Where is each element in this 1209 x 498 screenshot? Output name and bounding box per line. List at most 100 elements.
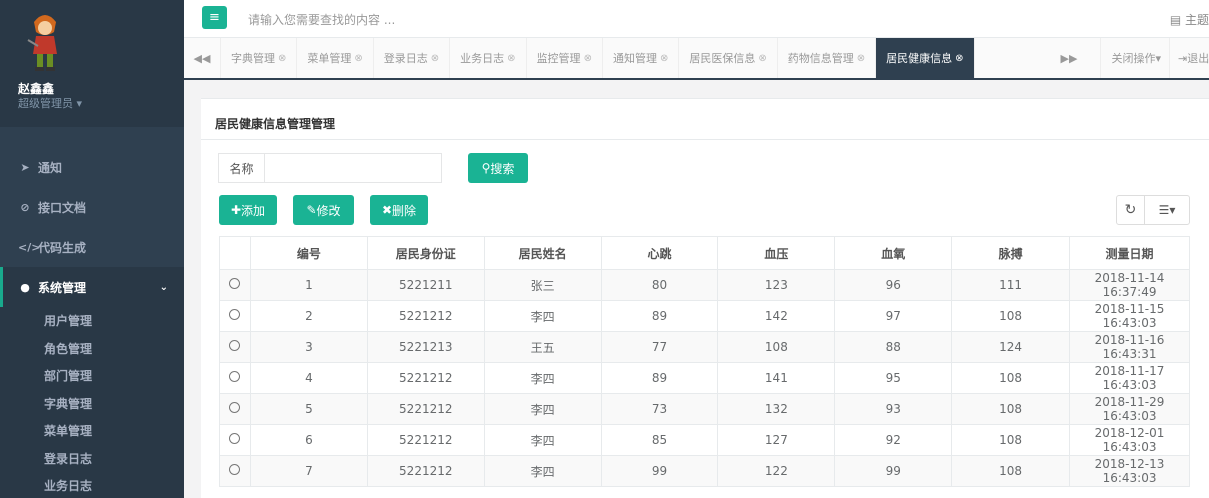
row-select-cell[interactable] <box>219 269 251 301</box>
avatar[interactable] <box>24 10 66 74</box>
menu-toggle-button[interactable]: ≡ <box>202 6 227 29</box>
sidebar-item-users[interactable]: 用户管理 <box>0 307 184 335</box>
nav-item-system[interactable]: ● 系统管理 ⌄ <box>0 267 184 307</box>
row-select-cell[interactable] <box>219 331 251 363</box>
select-column-header <box>219 236 251 270</box>
column-header[interactable]: 编号 <box>249 236 368 270</box>
row-radio[interactable] <box>229 309 241 320</box>
row-select-cell[interactable] <box>219 424 251 456</box>
refresh-button[interactable]: ↻ <box>1116 195 1145 225</box>
row-select-cell[interactable] <box>219 393 251 425</box>
row-radio[interactable] <box>229 371 241 382</box>
row-radio[interactable] <box>229 402 241 413</box>
user-role-dropdown[interactable]: 超级管理员 ▾ <box>18 95 82 111</box>
close-icon[interactable]: ⊗ <box>431 53 439 64</box>
table-row[interactable]: 2 5221212 李四 89 142 97 108 2018-11-15 16:43:03 <box>219 300 1190 332</box>
edit-button[interactable]: ✎ 修改 <box>293 195 354 225</box>
sidebar-item-business-log[interactable]: 业务日志 <box>0 472 184 498</box>
close-icon[interactable]: ⊗ <box>278 53 286 64</box>
close-icon[interactable]: ⊗ <box>584 53 592 64</box>
close-operations-dropdown[interactable]: 关闭操作 ▾ <box>1100 38 1161 78</box>
logout-icon: ⇥ <box>1178 51 1188 65</box>
paper-plane-icon: ➤ <box>20 160 30 174</box>
table-row[interactable]: 7 5221212 李四 99 122 99 108 2018-12-13 16:43:03 <box>219 455 1190 487</box>
tab-login-log[interactable]: 登录日志 ⊗ <box>374 38 451 78</box>
row-radio[interactable] <box>229 278 241 289</box>
sidebar-submenu: 用户管理 角色管理 部门管理 字典管理 菜单管理 登录日志 业务日志 <box>0 307 184 498</box>
column-header[interactable]: 血氧 <box>834 236 953 270</box>
add-button[interactable]: ✚ 添加 <box>219 195 277 225</box>
table-cell: 93 <box>834 393 953 425</box>
name-search-input[interactable] <box>264 153 442 183</box>
column-header[interactable]: 居民姓名 <box>483 236 602 270</box>
tab-scroll-left-button[interactable]: ◀◀ <box>184 38 221 78</box>
table-row[interactable]: 5 5221212 李四 73 132 93 108 2018-11-29 16:43:03 <box>219 393 1190 425</box>
column-header[interactable]: 心跳 <box>600 236 719 270</box>
table-cell: 108 <box>951 300 1071 332</box>
refresh-icon: ↻ <box>1124 202 1137 218</box>
caret-down-icon: ▾ <box>76 97 83 110</box>
row-radio[interactable] <box>229 340 241 351</box>
column-header[interactable]: 居民身份证 <box>366 236 485 270</box>
close-icon[interactable]: ⊗ <box>507 53 515 64</box>
nav-item-notice[interactable]: ➤ 通知 <box>0 147 184 187</box>
table-cell: 李四 <box>483 424 602 456</box>
theme-button[interactable]: ▤ 主题 <box>1170 11 1209 28</box>
panel-title: 居民健康信息管理管理 <box>215 117 336 131</box>
caret-down-icon: ▾ <box>1155 51 1161 65</box>
close-icon[interactable]: ⊗ <box>758 53 766 64</box>
table-cell: 108 <box>717 331 836 363</box>
sidebar-item-login-log[interactable]: 登录日志 <box>0 445 184 473</box>
table-cell: 1 <box>249 269 368 301</box>
search-button[interactable]: ⚲ 搜索 <box>468 153 528 183</box>
nav-item-api-docs[interactable]: ⊘ 接口文档 <box>0 187 184 227</box>
table-cell: 80 <box>600 269 719 301</box>
row-select-cell[interactable] <box>219 362 251 394</box>
close-icon[interactable]: ⊗ <box>354 53 362 64</box>
close-icon[interactable]: ⊗ <box>955 53 963 64</box>
tab-business-log[interactable]: 业务日志 ⊗ <box>450 38 527 78</box>
tab-notice[interactable]: 通知管理 ⊗ <box>603 38 680 78</box>
sidebar-item-roles[interactable]: 角色管理 <box>0 335 184 363</box>
sidebar-item-departments[interactable]: 部门管理 <box>0 362 184 390</box>
sidebar-item-dictionary[interactable]: 字典管理 <box>0 390 184 418</box>
tab-dictionary[interactable]: 字典管理 ⊗ <box>221 38 298 78</box>
table-cell: 李四 <box>483 300 602 332</box>
tab-scroll-right-button[interactable]: ▶▶ <box>1054 38 1084 78</box>
row-select-cell[interactable] <box>219 300 251 332</box>
tab-drug-info[interactable]: 药物信息管理 ⊗ <box>778 38 877 78</box>
top-search-input[interactable]: 请输入您需要查找的内容 ... <box>248 11 395 28</box>
table-row[interactable]: 3 5221213 王五 77 108 88 124 2018-11-16 16:43:31 <box>219 331 1190 363</box>
close-icon[interactable]: ⊗ <box>857 53 865 64</box>
column-header[interactable]: 血压 <box>717 236 836 270</box>
delete-button[interactable]: ✖ 删除 <box>370 195 428 225</box>
table-row[interactable]: 1 5221211 张三 80 123 96 111 2018-11-14 16:37:49 <box>219 269 1190 301</box>
row-select-cell[interactable] <box>219 455 251 487</box>
table-cell: 73 <box>600 393 719 425</box>
row-radio[interactable] <box>229 464 241 475</box>
tab-label: 登录日志 <box>383 52 428 65</box>
tab-monitor[interactable]: 监控管理 ⊗ <box>527 38 603 78</box>
close-icon[interactable]: ⊗ <box>660 53 668 64</box>
logout-button[interactable]: ⇥ 退出 <box>1169 38 1209 78</box>
tab-health-info[interactable]: 居民健康信息 ⊗ <box>876 38 975 78</box>
table-cell: 108 <box>951 393 1071 425</box>
sidebar-item-menus[interactable]: 菜单管理 <box>0 417 184 445</box>
tab-label: 居民医保信息 <box>689 52 756 65</box>
nav-item-code-gen[interactable]: </> 代码生成 <box>0 227 184 267</box>
table-cell: 111 <box>951 269 1071 301</box>
tab-medical-insurance[interactable]: 居民医保信息 ⊗ <box>679 38 778 78</box>
close-ops-label: 关闭操作 <box>1111 52 1156 65</box>
column-header[interactable]: 脉搏 <box>951 236 1071 270</box>
row-radio[interactable] <box>229 433 241 444</box>
table-cell: 5 <box>249 393 368 425</box>
table-row[interactable]: 6 5221212 李四 85 127 92 108 2018-12-01 16:43:03 <box>219 424 1190 456</box>
table-cell: 5221212 <box>366 424 485 456</box>
columns-toggle-button[interactable]: ☰ ▾ <box>1144 195 1190 225</box>
column-header[interactable]: 测量日期 <box>1069 236 1190 270</box>
tab-menus[interactable]: 菜单管理 ⊗ <box>297 38 374 78</box>
table-cell: 6 <box>249 424 368 456</box>
table-row[interactable]: 4 5221212 李四 89 141 95 108 2018-11-17 16:43:03 <box>219 362 1190 394</box>
user-role-label: 超级管理员 <box>18 97 73 110</box>
double-left-icon: ◀◀ <box>193 51 211 65</box>
